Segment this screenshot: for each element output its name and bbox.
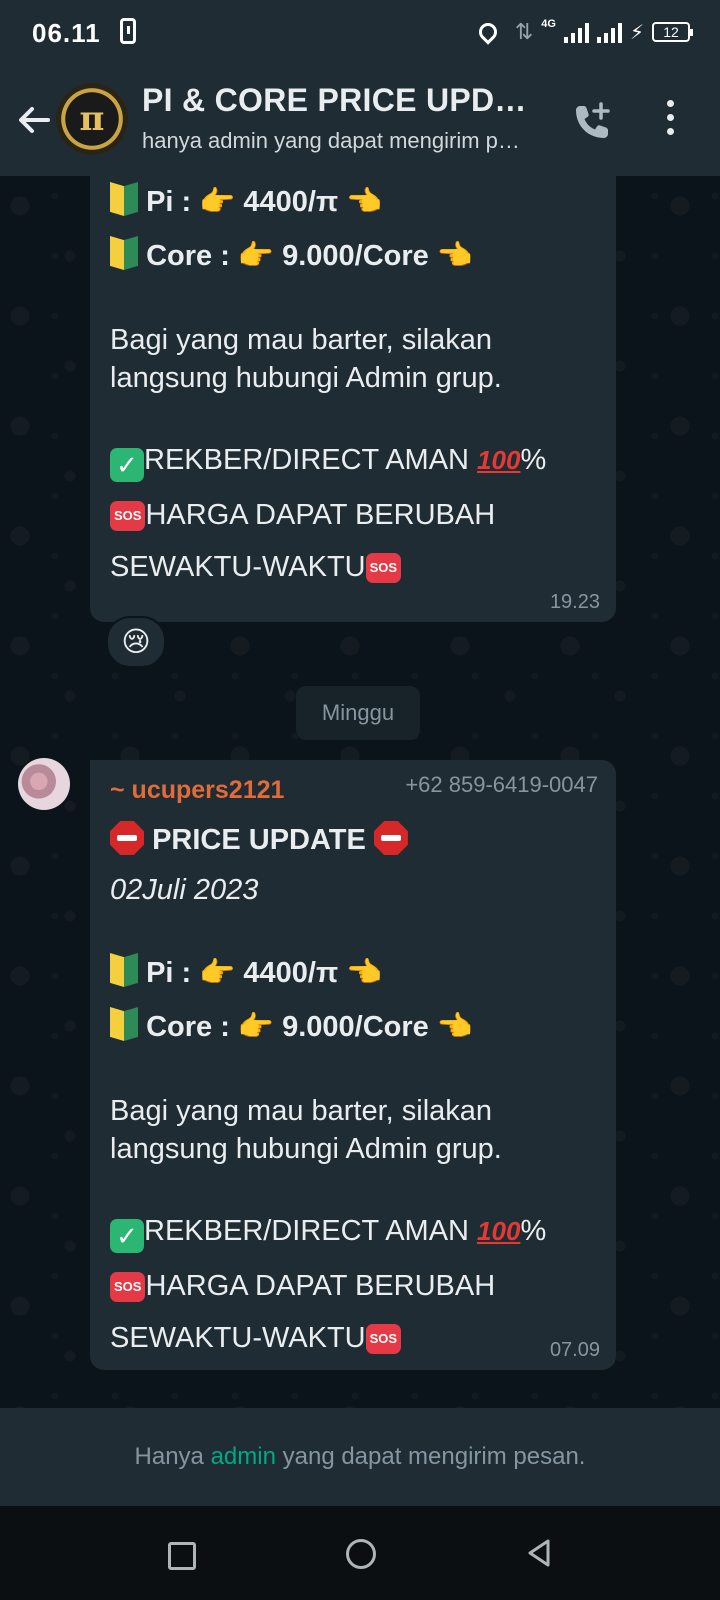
sos-icon: SOS <box>110 501 146 531</box>
message-line: Pi : 👉 4400/π 👈 <box>110 953 596 992</box>
status-time: 06.11 <box>32 18 101 48</box>
status-bar: 06.11 ⇅ 4G ⚡ 12 <box>0 0 720 64</box>
message-text: langsung hubungi Admin grup. <box>110 362 502 394</box>
sos-icon: SOS <box>365 1324 402 1354</box>
message-line: PRICE UPDATE <box>110 821 596 859</box>
group-subtitle[interactable]: hanya admin yang dapat mengirim pesan <box>142 128 532 154</box>
notice-text-after: yang dapat mengirim pesan. <box>275 1443 586 1470</box>
nav-back-icon[interactable] <box>524 1537 556 1569</box>
message-line: SOS HARGA DAPAT BERUBAH <box>110 1267 596 1305</box>
price-pi: Pi : 👉 4400/π 👈 <box>146 186 383 218</box>
rekber-text: REKBER/DIRECT AMAN <box>144 1215 469 1247</box>
message-bubble[interactable]: ~ ucupers2121 +62 859-6419-0047 PRICE UP… <box>90 760 616 1370</box>
message-text: Bagi yang mau barter, silakan <box>110 324 493 356</box>
system-navigation-bar <box>0 1506 720 1600</box>
chat-area[interactable]: Pi : 👉 4400/π 👈 Core : 👉 9.000/Core 👈 Ba… <box>0 176 720 1408</box>
status-icons: ⇅ 4G ⚡ 12 <box>475 16 693 48</box>
percent-text: % <box>520 1215 547 1247</box>
hundred-points-icon: 100 <box>477 445 521 475</box>
price-core: Core : 👉 9.000/Core 👈 <box>146 240 473 272</box>
hundred-points-icon: 100 <box>477 1216 521 1246</box>
signal-icon <box>563 21 589 43</box>
message-date: 02Juli 2023 <box>110 874 259 906</box>
harga-text-2: SEWAKTU-WAKTU <box>110 551 366 583</box>
sos-icon: SOS <box>365 553 402 583</box>
message-line: Pi : 👉 4400/π 👈 <box>110 182 596 221</box>
add-call-icon[interactable] <box>568 100 616 144</box>
more-options-icon[interactable] <box>664 100 676 140</box>
nav-recents-icon[interactable] <box>168 1542 196 1570</box>
message-text: Bagi yang mau barter, silakan <box>110 1095 493 1127</box>
message-line: SEWAKTU-WAKTU SOS <box>110 1319 596 1357</box>
group-avatar[interactable]: π <box>56 83 128 155</box>
back-arrow-icon[interactable] <box>14 100 54 140</box>
price-pi: Pi : 👉 4400/π 👈 <box>146 957 383 989</box>
message-bubble[interactable]: Pi : 👉 4400/π 👈 Core : 👉 9.000/Core 👈 Ba… <box>90 176 616 622</box>
message-line: SOS HARGA DAPAT BERUBAH <box>110 496 596 534</box>
date-divider: Minggu <box>296 686 420 740</box>
message-time: 07.09 <box>549 1339 600 1361</box>
nav-home-icon[interactable] <box>346 1539 376 1569</box>
sender-phone[interactable]: +62 859-6419-0047 <box>405 772 598 798</box>
admin-only-notice: Hanya admin yang dapat mengirim pesan. <box>0 1408 720 1506</box>
beginner-badge-icon <box>110 182 138 216</box>
battery-icon: 12 <box>652 22 693 42</box>
beginner-badge-icon <box>110 236 138 270</box>
admin-link[interactable]: admin <box>211 1443 276 1470</box>
notice-text-before: Hanya <box>134 1443 211 1470</box>
message-line: ✓ REKBER/DIRECT AMAN 100% <box>110 441 596 482</box>
message-time: 19.23 <box>549 591 600 613</box>
sender-avatar[interactable] <box>18 758 70 810</box>
harga-text-2: SEWAKTU-WAKTU <box>110 1322 366 1354</box>
stop-sign-icon <box>110 821 144 855</box>
beginner-badge-icon <box>110 1007 138 1041</box>
message-line: Core : 👉 9.000/Core 👈 <box>110 1007 596 1046</box>
data-transfer-icon: ⇅ <box>514 19 534 44</box>
group-title[interactable]: PI & CORE PRICE UPDATE <box>142 82 532 119</box>
check-mark-icon: ✓ <box>110 1219 144 1253</box>
message-line: SEWAKTU-WAKTU SOS <box>110 548 596 586</box>
reaction-badge[interactable]: 😢 <box>106 616 166 668</box>
message-line: ✓ REKBER/DIRECT AMAN 100% <box>110 1212 596 1253</box>
message-line: Core : 👉 9.000/Core 👈 <box>110 236 596 275</box>
harga-text: HARGA DAPAT BERUBAH <box>145 499 496 531</box>
chat-header: π PI & CORE PRICE UPDATE hanya admin yan… <box>0 64 720 176</box>
price-core: Core : 👉 9.000/Core 👈 <box>146 1011 473 1043</box>
avatar-symbol: π <box>79 99 105 139</box>
message-title: PRICE UPDATE <box>152 824 366 856</box>
network-type: 4G <box>541 18 556 30</box>
phone-notification-icon <box>120 18 136 44</box>
message-text: langsung hubungi Admin grup. <box>110 1133 502 1165</box>
sos-icon: SOS <box>110 1272 146 1302</box>
rekber-text: REKBER/DIRECT AMAN <box>144 444 469 476</box>
harga-text: HARGA DAPAT BERUBAH <box>145 1270 496 1302</box>
beginner-badge-icon <box>110 953 138 987</box>
percent-text: % <box>520 444 547 476</box>
sender-name[interactable]: ~ ucupers2121 <box>110 776 284 804</box>
signal-icon-2 <box>596 21 622 43</box>
check-mark-icon: ✓ <box>110 448 144 482</box>
stop-sign-icon <box>373 821 408 855</box>
charging-icon: ⚡ <box>629 21 644 44</box>
location-icon <box>475 19 501 45</box>
